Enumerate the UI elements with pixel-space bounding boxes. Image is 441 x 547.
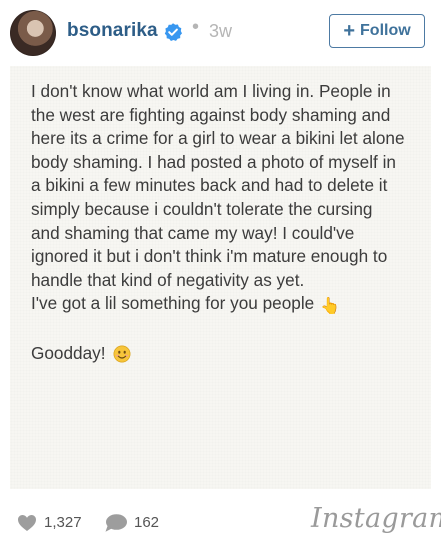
username-link[interactable]: bsonarika bbox=[67, 20, 158, 42]
follow-button[interactable]: + Follow bbox=[329, 14, 425, 48]
post-image-note[interactable]: I don't know what world am I living in. … bbox=[10, 66, 431, 489]
plus-icon: + bbox=[343, 20, 356, 42]
heart-icon[interactable] bbox=[17, 514, 37, 532]
note-text: I don't know what world am I living in. … bbox=[31, 81, 405, 314]
note-closing: Goodday! bbox=[31, 343, 131, 364]
note-body: I don't know what world am I living in. … bbox=[31, 80, 421, 319]
post-header: bsonarika • 3w + Follow bbox=[0, 0, 441, 66]
follow-label: Follow bbox=[360, 22, 411, 39]
smiling-face-icon bbox=[113, 345, 131, 362]
post-time[interactable]: 3w bbox=[209, 21, 232, 42]
comment-bubble-icon[interactable] bbox=[104, 513, 128, 533]
post-footer: 1,327 162 Instagram bbox=[0, 494, 441, 547]
closing-text: Goodday! bbox=[31, 343, 106, 363]
comments-count[interactable]: 162 bbox=[134, 514, 159, 531]
verified-badge-icon bbox=[164, 23, 182, 41]
pointing-up-hand-emoji: 👆 bbox=[320, 298, 341, 316]
avatar[interactable] bbox=[10, 10, 56, 56]
likes-count[interactable]: 1,327 bbox=[44, 514, 82, 531]
separator-dot: • bbox=[192, 16, 200, 38]
instagram-logo[interactable]: Instagram bbox=[311, 503, 441, 534]
